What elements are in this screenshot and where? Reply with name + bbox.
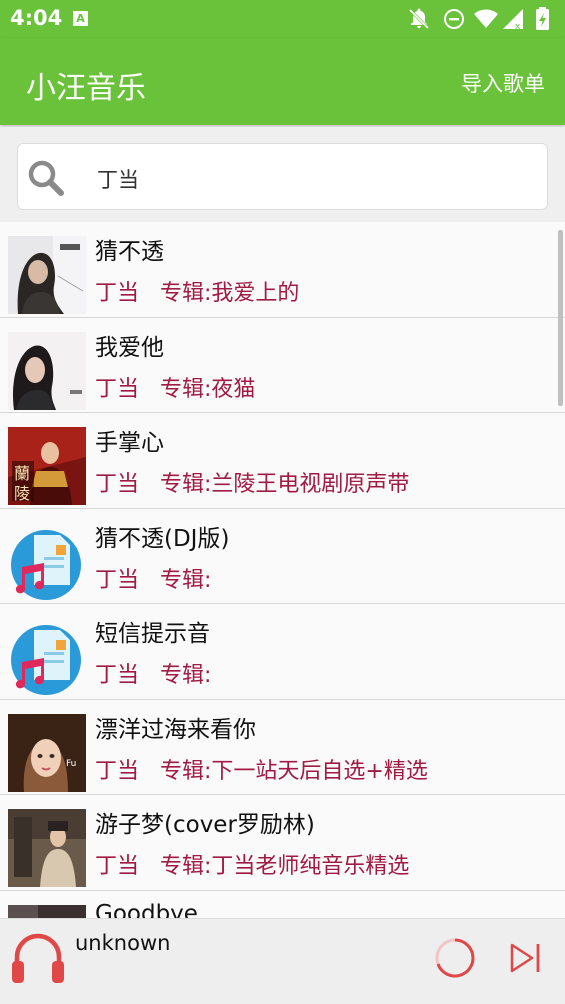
loading-spinner-icon[interactable] [434,937,476,979]
wifi-icon [474,9,498,28]
status-bar: 4:04 A x [0,0,565,38]
song-artist: 丁当 [95,376,140,402]
song-artist: 丁当 [95,281,140,306]
song-row[interactable]: Fu 漂洋过海来看你 丁当 专辑:下一站天后自选+精选 [0,699,565,795]
song-album: 专辑:丁当老师纯音乐精选 [160,854,410,879]
album-cover-image [8,809,86,887]
app-title: 小汪音乐 [26,71,146,106]
search-input[interactable]: 丁当 [97,164,139,194]
app-bar: 小汪音乐 导入歌单 [0,38,565,125]
song-album: 专辑:下一站天后自选+精选 [160,758,428,784]
song-album: 专辑:我爱上的 [160,281,300,306]
song-list[interactable]: 猜不透 丁当 专辑:我爱上的 我爱他 丁当 专辑:夜猫 蘭 陵 手掌心 丁当 专… [0,222,565,918]
player-bar[interactable]: unknown [0,918,565,1004]
song-album: 专辑: [160,567,212,593]
album-cover-image [8,904,86,918]
svg-text:蘭: 蘭 [14,464,30,483]
song-album: 专辑: [160,663,212,688]
svg-text:x: x [515,22,521,31]
default-music-icon [11,529,81,600]
song-title: 短信提示音 [95,621,210,647]
do-not-disturb-icon [444,9,464,29]
status-time: 4:04 [10,6,63,30]
song-title: 猜不透 [95,239,164,265]
song-row[interactable]: 猜不透(DJ版) 丁当 专辑: [0,508,565,604]
song-row[interactable]: 游子梦(cover罗励林) 丁当 专辑:丁当老师纯音乐精选 [0,795,565,891]
svg-text:Fu: Fu [66,759,76,769]
song-row[interactable]: Goodbye [0,890,565,919]
album-cover-image [8,236,86,314]
song-title: 游子梦(cover罗励林) [95,812,315,838]
notifications-off-icon [408,8,430,30]
album-cover-image: Fu [8,713,86,792]
song-album: 专辑:夜猫 [160,376,256,402]
song-title: 猜不透(DJ版) [95,525,230,552]
svg-text:陵: 陵 [14,484,30,503]
signal-icon: x [503,9,523,31]
now-playing-title: unknown [75,931,171,955]
list-scrollbar[interactable] [558,230,563,406]
song-title: Goodbye [95,900,198,919]
song-artist: 丁当 [95,567,140,593]
song-title: 手掌心 [95,430,164,456]
song-row[interactable]: 我爱他 丁当 专辑:夜猫 [0,317,565,413]
song-row[interactable]: 短信提示音 丁当 专辑: [0,604,565,700]
search-box[interactable]: 丁当 [17,143,548,210]
song-artist: 丁当 [95,758,140,784]
song-album: 专辑:兰陵王电视剧原声带 [160,472,410,497]
album-cover-image [8,331,86,410]
battery-charging-icon [536,7,549,30]
album-cover-image: 蘭 陵 [8,427,86,505]
headphones-icon [12,933,64,983]
song-row[interactable]: 猜不透 丁当 专辑:我爱上的 [0,222,565,318]
song-artist: 丁当 [95,472,140,497]
next-track-icon[interactable] [508,941,542,975]
default-music-icon [11,625,81,695]
search-icon [28,160,64,196]
app-root: 4:04 A x 小汪音乐 导入歌单 丁当 猜不透 丁当 专辑:我爱上的 我爱他… [0,0,565,1004]
song-artist: 丁当 [95,663,140,688]
search-area: 丁当 [0,127,565,222]
sim-icon: A [73,11,88,26]
song-title: 我爱他 [95,334,164,361]
import-playlist-button[interactable]: 导入歌单 [461,68,545,98]
song-title: 漂洋过海来看你 [95,716,256,743]
song-artist: 丁当 [95,854,140,879]
song-row[interactable]: 蘭 陵 手掌心 丁当 专辑:兰陵王电视剧原声带 [0,413,565,509]
